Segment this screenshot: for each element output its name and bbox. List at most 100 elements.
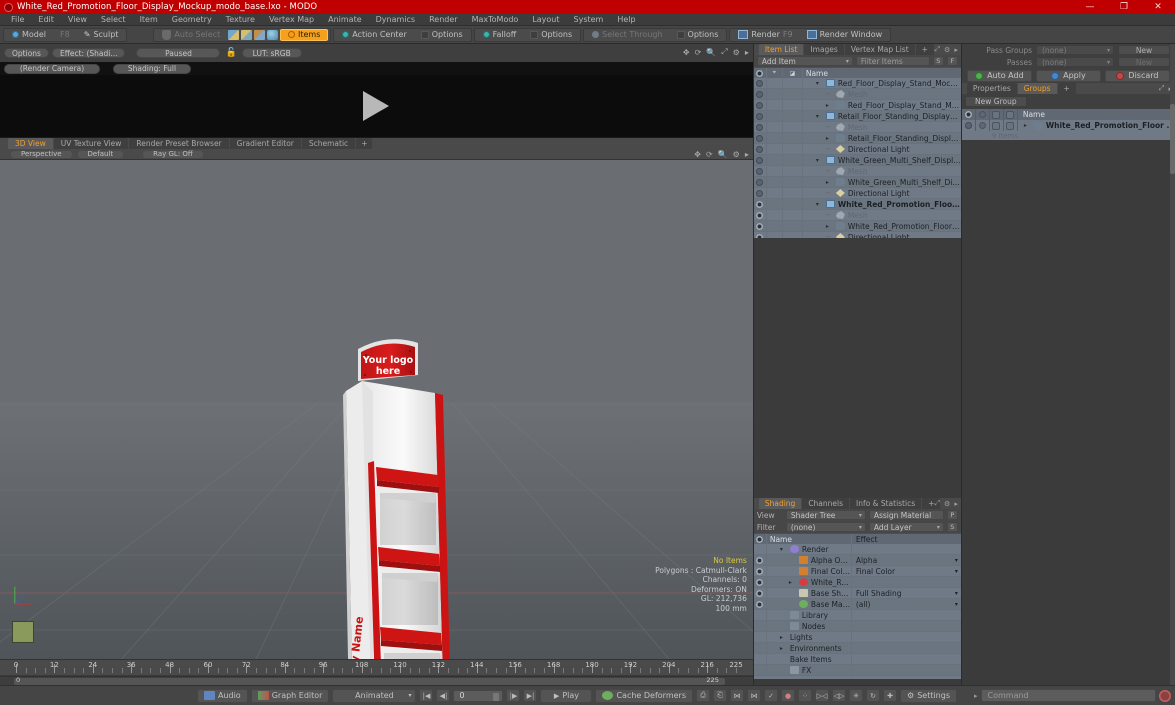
current-frame-input[interactable]: 0 (453, 689, 504, 702)
shading-list-body[interactable]: ▾RenderAlpha OutputAlpha▾Final Color Out… (753, 544, 961, 679)
item-name-cell[interactable]: ⌐ Mesh (803, 123, 961, 132)
shading-visibility-toggle[interactable] (754, 555, 767, 565)
perspective-button[interactable]: Perspective (10, 149, 73, 159)
item-list-row[interactable]: ▸ Retail_Floor_Standing_Display_White ... (753, 133, 961, 144)
row-lock-cell[interactable] (767, 232, 783, 238)
audio-button[interactable]: Audio (196, 688, 248, 703)
go-to-end-button[interactable]: ▶| (523, 689, 538, 702)
next-key-button[interactable]: |▶ (506, 689, 521, 702)
tab--[interactable]: + (915, 44, 934, 55)
shading-visibility-toggle[interactable] (754, 665, 767, 675)
add-key-button[interactable]: ✚ (883, 689, 898, 702)
row-render-cell[interactable] (783, 210, 803, 220)
autokey-button[interactable]: ✓ (764, 689, 779, 702)
shading-row[interactable]: ▾ Render (753, 544, 961, 555)
edges-mode-icon[interactable] (241, 29, 253, 40)
item-name-cell[interactable]: ⌐ Mesh (803, 211, 961, 220)
key-next-button[interactable]: ⋈ (747, 689, 762, 702)
row-lock-cell[interactable] (767, 210, 783, 220)
polygons-mode-icon[interactable] (254, 29, 266, 40)
shading-row[interactable]: Bake Items (753, 654, 961, 665)
new-group-button[interactable]: New Group (964, 96, 1027, 107)
item-name-cell[interactable]: ▾ Red_Floor_Display_Stand_Mockup_mod ... (803, 79, 961, 88)
shading-name-cell[interactable]: Base Shader (767, 589, 851, 598)
visibility-toggle[interactable] (754, 144, 767, 154)
item-name-cell[interactable]: ⌐ Mesh (803, 90, 961, 99)
menu-geometry[interactable]: Geometry (165, 14, 219, 26)
item-name-cell[interactable]: ▸ White_Green_Multi_Shelf_Display_Ra... (803, 178, 961, 187)
menu-dynamics[interactable]: Dynamics (369, 14, 422, 26)
item-list-row[interactable]: ⌐ Directional Light (754, 232, 961, 238)
chevron-down-icon[interactable]: ▾ (955, 601, 958, 608)
tab-schematic[interactable]: Schematic (301, 138, 356, 149)
preview-options-button[interactable]: Options (4, 48, 49, 58)
item-name-cell[interactable]: ▾ White_Red_Promotion_Floor_Disp... (803, 200, 961, 209)
pass-groups-new-button[interactable]: New (1118, 45, 1170, 55)
shading-name-cell[interactable]: ▸ Environments (767, 644, 851, 653)
shading-row[interactable]: Base Material (all) ▾ (753, 599, 961, 610)
shading-expand-icon[interactable]: ⤢ (934, 499, 940, 508)
row-lock-cell[interactable] (767, 144, 783, 154)
menu-vertex-map[interactable]: Vertex Map (262, 14, 321, 26)
3d-viewport[interactable]: Your logo here No Items Polygons: Catmu… (0, 160, 753, 659)
chevron-down-icon[interactable]: ▾ (955, 590, 958, 597)
visibility-toggle[interactable] (754, 232, 767, 238)
shading-row[interactable]: Final Color Output Final Color ▾ (753, 566, 961, 577)
falloff-options-button[interactable]: Options (524, 29, 578, 41)
chevron-right-icon[interactable]: ▸ (789, 579, 796, 586)
shading-effect-cell[interactable] (850, 577, 961, 587)
shading-row[interactable]: Library (753, 610, 961, 621)
items-mode-button[interactable]: Items (280, 28, 329, 41)
timeline-range-bar[interactable] (14, 678, 725, 685)
shading-s-button[interactable]: S (946, 522, 958, 532)
delete-key-button[interactable]: ⎗ (713, 689, 728, 702)
record-macro-button[interactable] (1159, 689, 1171, 702)
menu-view[interactable]: View (61, 14, 94, 26)
viewport-rotate-icon[interactable]: ⟳ (706, 150, 713, 159)
item-name-cell[interactable]: ⌐ Mesh (803, 167, 961, 176)
shading-effect-cell[interactable] (850, 665, 961, 675)
shading-visibility-toggle[interactable] (754, 632, 767, 642)
shading-visibility-toggle[interactable] (754, 566, 767, 576)
row-lock-cell[interactable] (767, 111, 783, 121)
close-button[interactable]: ✕ (1141, 0, 1175, 14)
visibility-toggle[interactable] (754, 166, 767, 176)
item-list-row[interactable]: ⌐ Mesh (753, 210, 961, 221)
row-lock-cell[interactable] (767, 221, 783, 231)
viewport-gear-icon[interactable]: ⚙ (733, 150, 740, 159)
visibility-toggle[interactable] (754, 100, 767, 110)
shading-visibility-toggle[interactable] (754, 599, 767, 609)
item-list-row[interactable]: ⌐ Directional Light (753, 188, 961, 199)
model-mode-button[interactable]: Model (6, 29, 52, 41)
item-list-row[interactable]: ⌐ Mesh (753, 89, 961, 100)
color-swatch[interactable] (12, 621, 34, 643)
range-out-button[interactable]: ◁▷ (832, 689, 847, 702)
shading-row[interactable]: ▸ White_Red_Promotion_Flo ... (753, 577, 961, 588)
shading-name-cell[interactable]: ▸ White_Red_Promotion_Flo ... (767, 578, 851, 587)
expand-icon[interactable]: ⤢ (721, 47, 727, 57)
preview-paused-button[interactable]: Paused (136, 48, 221, 58)
shader-tree-select[interactable]: Shader Tree ▾ (785, 510, 866, 520)
render-window-button[interactable]: Render Window (801, 29, 889, 41)
row-lock-cell[interactable] (767, 155, 783, 165)
shading-effect-cell[interactable] (850, 621, 961, 631)
shading-visibility-toggle[interactable] (754, 643, 767, 653)
row-render-cell[interactable] (783, 133, 803, 143)
key-prev-button[interactable]: ⋈ (730, 689, 745, 702)
visibility-toggle[interactable] (754, 221, 767, 231)
row-lock-cell[interactable] (767, 122, 783, 132)
record-key-button[interactable]: ● (781, 689, 796, 702)
tab-render-preset-browser[interactable]: Render Preset Browser (129, 138, 229, 149)
row-lock-cell[interactable] (767, 89, 783, 99)
command-input[interactable]: Command (980, 689, 1156, 702)
chevron-right-icon[interactable]: ▸ (826, 102, 833, 109)
chevron-right-icon[interactable]: ▸ (780, 634, 787, 641)
menu-texture[interactable]: Texture (219, 14, 262, 26)
shading-effect-cell[interactable] (850, 632, 961, 642)
shading-name-cell[interactable]: Base Material (767, 600, 851, 609)
row-render-cell[interactable] (783, 188, 803, 198)
shading-visibility-toggle[interactable] (754, 588, 767, 598)
chevron-down-icon[interactable]: ▾ (780, 546, 787, 553)
visibility-toggle[interactable] (754, 133, 767, 143)
shading-effect-cell[interactable] (850, 643, 961, 653)
